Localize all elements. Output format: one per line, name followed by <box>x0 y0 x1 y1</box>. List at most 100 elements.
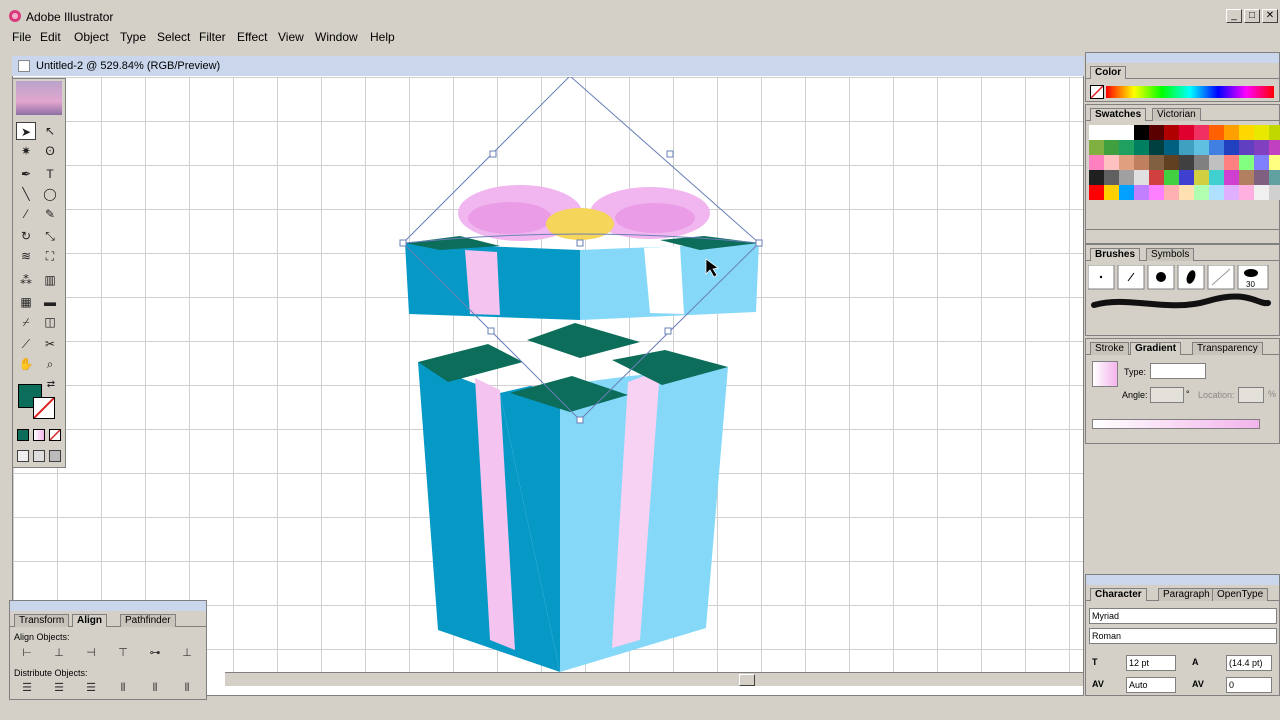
hand-icon[interactable]: ✋ <box>16 355 36 373</box>
magic-wand-icon[interactable]: ✷ <box>16 142 36 160</box>
none-mode-button[interactable] <box>49 429 61 441</box>
screen-mode-full-menu[interactable] <box>33 450 45 462</box>
color-swatch[interactable] <box>1119 125 1134 140</box>
tab-align[interactable]: Align <box>72 614 107 627</box>
color-swatch[interactable] <box>1269 125 1280 140</box>
color-swatch[interactable] <box>1194 185 1209 200</box>
gradient-icon[interactable]: ▬ <box>40 293 60 311</box>
color-swatch[interactable] <box>1164 170 1179 185</box>
swap-colors-icon[interactable]: ⇄ <box>45 379 57 391</box>
color-swatch[interactable] <box>1089 140 1104 155</box>
color-swatch[interactable] <box>1254 125 1269 140</box>
warp-icon[interactable]: ≋ <box>16 247 36 265</box>
menu-object[interactable]: Object <box>74 30 109 44</box>
color-swatch[interactable] <box>1239 140 1254 155</box>
color-swatch[interactable] <box>1239 155 1254 170</box>
color-swatch[interactable] <box>1149 170 1164 185</box>
symbol-sprayer-icon[interactable]: ⁂ <box>16 271 36 289</box>
zoom-icon[interactable]: ⌕ <box>40 355 60 373</box>
screen-mode-standard[interactable] <box>17 450 29 462</box>
color-swatch[interactable] <box>1089 125 1104 140</box>
distribute-bottom-icon[interactable]: ☰ <box>82 681 100 695</box>
color-swatch[interactable] <box>1194 140 1209 155</box>
color-swatch[interactable] <box>1089 170 1104 185</box>
color-swatch[interactable] <box>1164 155 1179 170</box>
menu-file[interactable]: File <box>12 30 31 44</box>
color-swatch[interactable] <box>1134 170 1149 185</box>
scale-icon[interactable]: ⤡ <box>40 227 60 245</box>
color-swatch[interactable] <box>1134 185 1149 200</box>
pen-icon[interactable]: ✒ <box>16 165 36 183</box>
selection-tool-icon[interactable]: ➤ <box>16 122 36 140</box>
color-swatch[interactable] <box>1119 155 1134 170</box>
screen-mode-full[interactable] <box>49 450 61 462</box>
color-swatch[interactable] <box>1209 185 1224 200</box>
rotate-icon[interactable]: ↻ <box>16 227 36 245</box>
free-transform-icon[interactable]: ⛶ <box>40 247 60 265</box>
gradient-mode-button[interactable] <box>33 429 45 441</box>
align-right-icon[interactable]: ⊣ <box>82 646 100 660</box>
distribute-right-icon[interactable]: ⦀ <box>178 681 196 695</box>
gradient-preview[interactable] <box>1092 361 1118 387</box>
font-size-field[interactable]: 12 pt <box>1126 655 1176 671</box>
blend-icon[interactable]: ◫ <box>40 313 60 331</box>
color-swatch[interactable] <box>1224 140 1239 155</box>
color-swatch[interactable] <box>1164 125 1179 140</box>
color-swatch[interactable] <box>1239 125 1254 140</box>
scroll-thumb[interactable] <box>739 674 755 686</box>
color-swatch[interactable] <box>1179 125 1194 140</box>
menu-view[interactable]: View <box>278 30 304 44</box>
tab-symbols[interactable]: Symbols <box>1146 248 1195 261</box>
menu-type[interactable]: Type <box>120 30 146 44</box>
distribute-left-icon[interactable]: ⦀ <box>114 681 132 695</box>
align-left-icon[interactable]: ⊢ <box>18 646 36 660</box>
tab-opentype[interactable]: OpenType <box>1212 588 1269 601</box>
color-swatch[interactable] <box>1104 185 1119 200</box>
color-swatch[interactable] <box>1119 185 1134 200</box>
direct-selection-tool-icon[interactable]: ↖ <box>40 122 60 140</box>
close-button[interactable]: ✕ <box>1262 9 1278 23</box>
align-top-icon[interactable]: ⊤ <box>114 646 132 660</box>
color-swatch[interactable] <box>1224 185 1239 200</box>
horizontal-scrollbar[interactable] <box>225 672 1083 686</box>
color-swatch[interactable] <box>1194 125 1209 140</box>
location-field[interactable] <box>1238 387 1264 403</box>
distribute-center-v-icon[interactable]: ☰ <box>50 681 68 695</box>
type-dropdown[interactable] <box>1150 363 1206 379</box>
minimize-button[interactable]: _ <box>1226 9 1242 23</box>
color-swatch[interactable] <box>1089 155 1104 170</box>
color-swatch[interactable] <box>1224 125 1239 140</box>
color-swatch[interactable] <box>1179 140 1194 155</box>
color-swatch[interactable] <box>1104 140 1119 155</box>
color-swatch[interactable] <box>1134 125 1149 140</box>
tab-transparency[interactable]: Transparency <box>1192 342 1263 355</box>
color-swatch[interactable] <box>1104 170 1119 185</box>
distribute-top-icon[interactable]: ☰ <box>18 681 36 695</box>
color-swatch[interactable] <box>1224 170 1239 185</box>
color-swatch[interactable] <box>1269 170 1280 185</box>
tab-paragraph[interactable]: Paragraph <box>1158 588 1215 601</box>
color-swatch[interactable] <box>1119 170 1134 185</box>
color-swatch[interactable] <box>1149 125 1164 140</box>
ellipse-icon[interactable]: ◯ <box>40 185 60 203</box>
line-icon[interactable]: ╲ <box>16 185 36 203</box>
color-swatch[interactable] <box>1254 170 1269 185</box>
color-swatch[interactable] <box>1104 155 1119 170</box>
kerning-field[interactable]: Auto <box>1126 677 1176 693</box>
tab-character[interactable]: Character <box>1090 588 1147 601</box>
stroke-color-box[interactable] <box>33 397 55 419</box>
color-swatch[interactable] <box>1179 185 1194 200</box>
paintbrush-icon[interactable]: ⁄ <box>16 205 36 223</box>
slice-icon[interactable]: ⟋ <box>16 335 36 353</box>
font-style-field[interactable]: Roman <box>1089 628 1277 644</box>
color-swatch[interactable] <box>1119 140 1134 155</box>
graph-icon[interactable]: ▥ <box>40 271 60 289</box>
menu-window[interactable]: Window <box>315 30 358 44</box>
tab-swatches[interactable]: Swatches <box>1090 108 1147 121</box>
menu-filter[interactable]: Filter <box>199 30 226 44</box>
brush-list[interactable]: 30 <box>1088 265 1273 325</box>
align-center-h-icon[interactable]: ⊥ <box>50 646 68 660</box>
color-swatch[interactable] <box>1134 155 1149 170</box>
lasso-icon[interactable]: ʘ <box>40 142 60 160</box>
color-swatch[interactable] <box>1254 185 1269 200</box>
